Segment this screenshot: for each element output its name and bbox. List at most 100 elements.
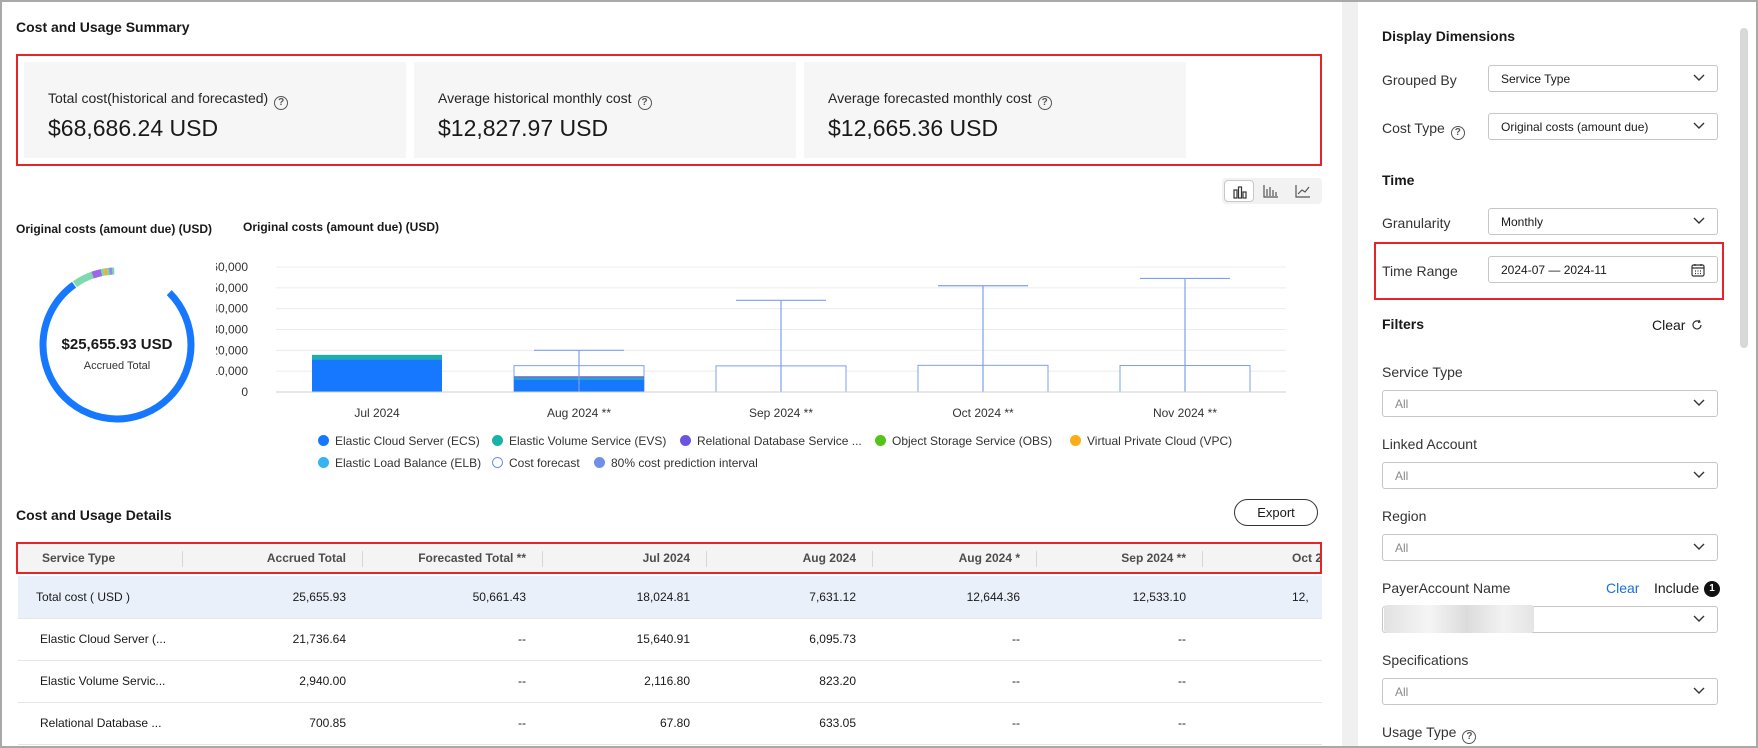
chart-title: Original costs (amount due) (USD) — [243, 220, 440, 234]
export-button[interactable]: Export — [1234, 499, 1318, 526]
legend-item-elb[interactable]: Elastic Load Balance (ELB) — [318, 456, 481, 470]
granularity-select[interactable]: Monthly — [1488, 208, 1718, 235]
time-range-label: Time Range — [1382, 263, 1458, 279]
legend-item-forecast[interactable]: Cost forecast — [492, 456, 580, 470]
table-cell: 7,631.12 — [809, 590, 856, 604]
redacted-account-value — [1384, 605, 1534, 633]
table-cell: 2,940.00 — [299, 674, 346, 688]
chart-type-toggle — [1222, 178, 1322, 204]
x-tick-label: Sep 2024 ** — [749, 406, 813, 420]
legend-dot — [318, 457, 329, 468]
table-row[interactable]: Elastic Cloud Server (... 21,736.64 -- 15,6… — [18, 618, 1322, 661]
table-row[interactable]: Elastic Volume Servic... 2,940.00 -- 2,116.… — [18, 660, 1322, 703]
cost-type-select[interactable]: Original costs (amount due) — [1488, 113, 1718, 140]
col-separator[interactable] — [706, 551, 707, 567]
legend-item-interval[interactable]: 80% cost prediction interval — [594, 456, 758, 470]
chevron-down-icon — [1693, 399, 1705, 406]
table-cell: 6,095.73 — [809, 632, 856, 646]
summary-title: Cost and Usage Summary — [16, 19, 190, 35]
table-cell: -- — [1178, 632, 1186, 646]
linked-account-select[interactable]: All — [1382, 462, 1718, 489]
legend-item-evs[interactable]: Elastic Volume Service (EVS) — [492, 434, 666, 448]
legend-item-ecs[interactable]: Elastic Cloud Server (ECS) — [318, 434, 480, 448]
payer-account-label: PayerAccount Name — [1382, 580, 1511, 596]
col-aug-2024-forecast[interactable]: Aug 2024 * — [959, 551, 1020, 565]
table-cell: -- — [1012, 632, 1020, 646]
x-tick-label: Nov 2024 ** — [1153, 406, 1217, 420]
region-select[interactable]: All — [1382, 534, 1718, 561]
col-forecasted-total[interactable]: Forecasted Total ** — [418, 551, 526, 565]
y-tick-label: 20,000 — [216, 343, 248, 357]
main-content: Cost and Usage Summary Total cost(histor… — [2, 2, 1342, 746]
specifications-select[interactable]: All — [1382, 678, 1718, 705]
summary-card-total: Total cost(historical and forecasted)? $… — [24, 62, 406, 158]
table-cell: -- — [518, 632, 526, 646]
table-cell: 823.20 — [819, 674, 856, 688]
legend-item-rds[interactable]: Relational Database Service ... — [680, 434, 862, 448]
column-chart-toggle[interactable] — [1256, 180, 1286, 202]
chevron-down-icon — [1693, 217, 1705, 224]
table-cell: -- — [1178, 674, 1186, 688]
chevron-down-icon — [1693, 471, 1705, 478]
service-type-select[interactable]: All — [1382, 390, 1718, 417]
region-label: Region — [1382, 508, 1427, 524]
cell-service-type: Total cost ( USD ) — [36, 590, 131, 604]
col-separator[interactable] — [872, 551, 873, 567]
table-cell: -- — [1012, 716, 1020, 730]
card-value: $68,686.24 USD — [48, 115, 219, 141]
legend-dot — [594, 457, 605, 468]
col-separator[interactable] — [1202, 551, 1203, 567]
y-tick-label: 30,000 — [216, 323, 248, 337]
payer-include-label[interactable]: Include — [1654, 580, 1699, 596]
help-icon[interactable]: ? — [1450, 126, 1465, 140]
line-chart-toggle[interactable] — [1288, 180, 1318, 202]
y-tick-label: 60,000 — [216, 260, 248, 274]
col-oct-2024[interactable]: Oct 2 — [1292, 551, 1320, 565]
payer-clear-link[interactable]: Clear — [1606, 580, 1639, 596]
table-row-total[interactable]: Total cost ( USD ) 25,655.93 50,661.43 18,0… — [18, 576, 1322, 619]
bar-chart-toggle[interactable] — [1224, 180, 1254, 202]
cell-service-type: Elastic Cloud Server (... — [40, 632, 167, 646]
table-row[interactable]: Relational Database ... 700.85 -- 67.80 633.… — [18, 702, 1322, 745]
clear-filters-button[interactable]: Clear — [1652, 317, 1703, 333]
col-separator[interactable] — [542, 551, 543, 567]
table-cell: 633.05 — [819, 716, 856, 730]
chevron-down-icon — [1693, 687, 1705, 694]
table-cell: -- — [518, 716, 526, 730]
col-jul-2024[interactable]: Jul 2024 — [643, 551, 690, 565]
legend-dot — [318, 435, 329, 446]
col-accrued-total[interactable]: Accrued Total — [267, 551, 346, 565]
column-chart-icon — [1263, 185, 1278, 198]
legend-item-obs[interactable]: Object Storage Service (OBS) — [875, 434, 1052, 448]
help-icon[interactable]: ? — [1462, 730, 1477, 744]
legend-dot — [875, 435, 886, 446]
card-label: Total cost(historical and forecasted)? — [48, 90, 289, 110]
donut-title: Original costs (amount due) (USD) — [16, 222, 213, 236]
col-separator[interactable] — [362, 551, 363, 567]
cell-service-type: Elastic Volume Servic... — [40, 674, 166, 688]
col-aug-2024[interactable]: Aug 2024 — [803, 551, 856, 565]
panel-scrollbar[interactable] — [1740, 28, 1748, 348]
summary-cards: Total cost(historical and forecasted)? $… — [16, 54, 1322, 166]
col-service-type[interactable]: Service Type — [42, 551, 115, 565]
time-range-picker[interactable]: 2024-07 — 2024-11 — [1488, 256, 1718, 283]
col-sep-2024[interactable]: Sep 2024 ** — [1121, 551, 1186, 565]
legend-dot — [1070, 435, 1081, 446]
display-dimensions-title: Display Dimensions — [1382, 28, 1516, 44]
table-cell: 50,661.43 — [472, 590, 526, 604]
details-title: Cost and Usage Details — [16, 507, 172, 523]
help-icon[interactable]: ? — [637, 96, 652, 110]
help-icon[interactable]: ? — [1037, 96, 1052, 110]
col-separator[interactable] — [182, 551, 183, 567]
card-value: $12,827.97 USD — [438, 115, 609, 141]
col-separator[interactable] — [1036, 551, 1037, 567]
help-icon[interactable]: ? — [274, 96, 289, 110]
cost-bar-chart: 60,000 50,000 40,000 30,000 20,000 10,000 0 Jul… — [216, 260, 1286, 420]
grouped-by-label: Grouped By — [1382, 72, 1457, 88]
y-tick-label: 10,000 — [216, 364, 248, 378]
grouped-by-select[interactable]: Service Type — [1488, 65, 1718, 92]
legend-item-vpc[interactable]: Virtual Private Cloud (VPC) — [1070, 434, 1232, 448]
table-cell: 12,533.10 — [1132, 590, 1186, 604]
filters-title: Filters — [1382, 316, 1425, 332]
x-tick-label: Oct 2024 ** — [952, 406, 1014, 420]
